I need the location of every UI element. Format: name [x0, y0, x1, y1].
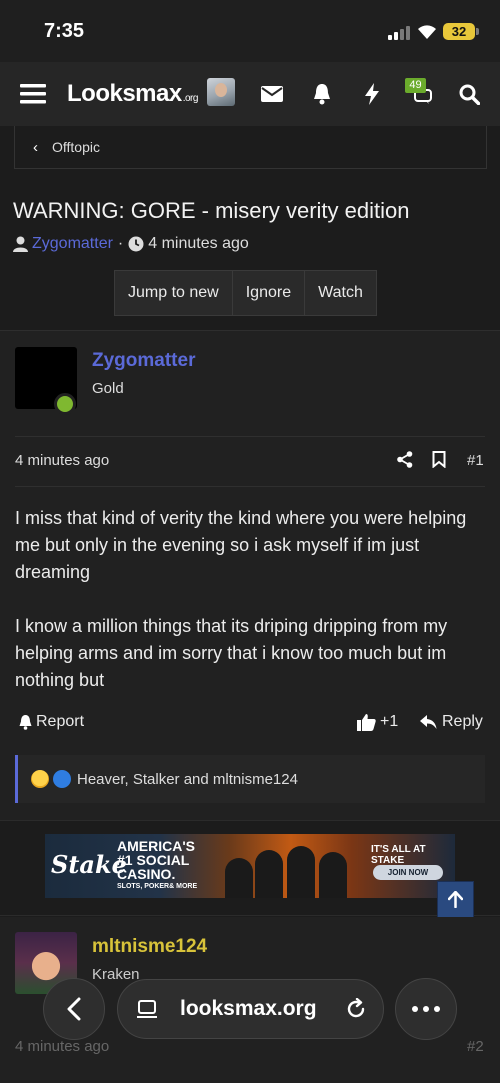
ellipsis-icon	[412, 1006, 440, 1012]
account-avatar[interactable]	[207, 78, 235, 106]
post: Zygomatter Gold 4 minutes ago #1 I miss …	[0, 330, 500, 820]
address-bar[interactable]: looksmax.org	[117, 979, 384, 1039]
post-time[interactable]: 4 minutes ago	[15, 452, 109, 469]
battery-indicator: 32	[443, 23, 475, 40]
wifi-icon	[418, 25, 436, 39]
thread-actions: Jump to new Ignore Watch	[114, 270, 377, 316]
reload-icon[interactable]	[345, 998, 367, 1020]
like-count: +1	[380, 713, 399, 730]
ad-area: Stake AMERICA'S #1 SOCIAL CASINO. SLOTS,…	[0, 820, 500, 916]
envelope-icon	[261, 86, 283, 102]
divider	[15, 436, 485, 437]
bookmark-icon[interactable]	[432, 451, 446, 468]
thread-time: 4 minutes ago	[148, 235, 249, 252]
menu-button[interactable]	[14, 62, 52, 126]
watch-button[interactable]: Watch	[305, 271, 376, 315]
divider	[15, 486, 485, 487]
breadcrumb[interactable]: ‹ Offtopic	[14, 126, 487, 169]
post-paragraph: I miss that kind of verity the kind wher…	[15, 508, 467, 582]
search-button[interactable]	[452, 62, 486, 126]
ad-subtext: SLOTS, POKER& MORE	[117, 883, 198, 890]
meta-separator: ·	[117, 235, 124, 252]
whats-new-button[interactable]	[355, 62, 389, 126]
page-menu-icon[interactable]	[137, 1000, 157, 1020]
user-rank: Kraken	[92, 966, 140, 983]
share-icon[interactable]	[397, 451, 413, 468]
chevron-left-icon	[67, 997, 81, 1021]
cellular-signal-icon	[388, 26, 410, 40]
status-bar: 7:35 32	[0, 0, 500, 62]
ignore-button[interactable]: Ignore	[232, 271, 306, 315]
bolt-icon	[365, 83, 379, 105]
ad-people-image	[225, 844, 365, 898]
ad-banner[interactable]: Stake AMERICA'S #1 SOCIAL CASINO. SLOTS,…	[45, 834, 455, 898]
post-actions: Report +1 Reply	[15, 713, 485, 737]
reactions-bar[interactable]: Heaver, Stalker and mltnisme124	[15, 755, 485, 803]
top-nav: Looksmax.org	[0, 62, 500, 126]
scroll-to-top-button[interactable]	[437, 881, 474, 918]
conversations-button[interactable]	[403, 62, 437, 126]
post-body: I miss that kind of verity the kind wher…	[15, 505, 485, 721]
hamburger-icon	[20, 84, 46, 104]
site-logo[interactable]: Looksmax.org	[67, 80, 198, 108]
thread-meta: Zygomatter · 4 minutes ago	[13, 235, 249, 253]
browser-more-button[interactable]	[395, 978, 457, 1040]
report-label: Report	[36, 713, 85, 730]
status-time: 7:35	[44, 20, 85, 42]
reply-label: Reply	[442, 713, 483, 730]
post-username[interactable]: mltnisme124	[92, 936, 207, 958]
ad-tagline: IT'S ALL AT STAKE	[371, 844, 426, 866]
ad-brand: Stake	[51, 850, 127, 879]
url-text: looksmax.org	[180, 997, 317, 1020]
laughing-crying-emoji-icon	[31, 770, 49, 788]
messages-button[interactable]	[255, 62, 289, 126]
user-rank: Gold	[92, 380, 124, 397]
report-button[interactable]: Report	[18, 713, 84, 731]
arrow-up-icon	[448, 891, 463, 908]
breadcrumb-label: Offtopic	[52, 139, 100, 155]
jump-to-new-button[interactable]: Jump to new	[115, 271, 233, 315]
thumbs-up-icon	[357, 714, 376, 731]
reply-button[interactable]: Reply	[420, 713, 483, 731]
ad-join-button[interactable]: JOIN NOW	[373, 865, 443, 880]
alerts-button[interactable]	[305, 62, 339, 126]
chevron-left-icon: ‹	[33, 138, 38, 156]
thumbs-up-reaction-icon	[53, 770, 71, 788]
battery-tip	[476, 28, 479, 35]
clock-icon	[128, 236, 144, 252]
post-number[interactable]: #1	[467, 452, 484, 469]
thread-title: WARNING: GORE - misery verity edition	[13, 198, 410, 223]
bell-icon	[19, 715, 32, 730]
like-button[interactable]: +1	[357, 713, 398, 731]
conversations-badge: 49	[405, 78, 426, 93]
post-number[interactable]: #2	[467, 1038, 484, 1055]
user-icon	[13, 236, 28, 252]
bell-icon	[314, 84, 330, 105]
reactions-text: Heaver, Stalker and mltnisme124	[77, 770, 298, 788]
post-time[interactable]: 4 minutes ago	[15, 1038, 109, 1055]
post-username[interactable]: Zygomatter	[92, 350, 195, 372]
online-indicator	[54, 393, 76, 415]
ad-headline: AMERICA'S #1 SOCIAL CASINO.	[117, 838, 195, 882]
post-paragraph: I know a million things that its driping…	[15, 616, 448, 690]
browser-back-button[interactable]	[43, 978, 105, 1040]
reply-arrow-icon	[420, 714, 437, 729]
thread-author-link[interactable]: Zygomatter	[32, 235, 113, 253]
search-icon	[459, 84, 480, 105]
